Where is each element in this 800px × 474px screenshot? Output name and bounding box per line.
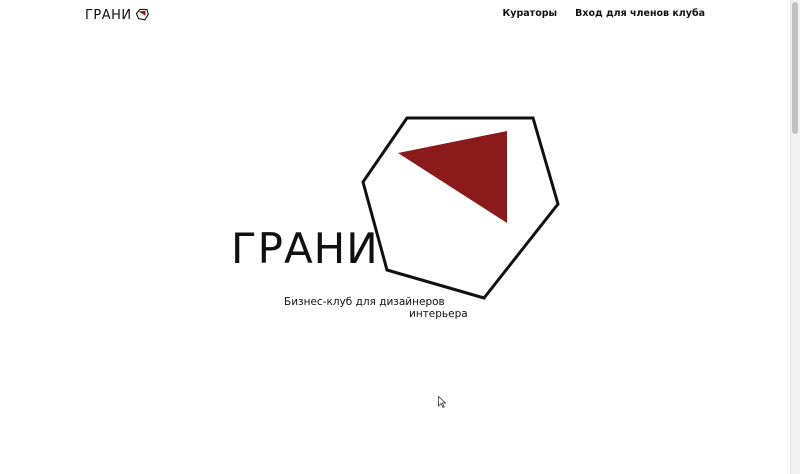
brand-link[interactable]: ГРАНИ bbox=[85, 6, 149, 24]
main-nav: Кураторы Вход для членов клуба bbox=[503, 8, 705, 19]
tagline-line-2: интерьера bbox=[409, 308, 468, 320]
page: ГРАНИ Кураторы Вход для членов клуба ГРА… bbox=[0, 0, 791, 474]
mouse-cursor-icon bbox=[438, 396, 446, 408]
page-scrollbar[interactable] bbox=[790, 0, 800, 474]
hero-title: ГРАНИ bbox=[231, 224, 379, 273]
grani-logo-icon bbox=[135, 8, 149, 21]
tagline-line-1: Бизнес-клуб для дизайнеров bbox=[284, 296, 445, 308]
brand-name: ГРАНИ bbox=[85, 7, 132, 23]
red-triangle bbox=[398, 131, 507, 223]
nav-curators-link[interactable]: Кураторы bbox=[503, 8, 558, 19]
site-header: ГРАНИ Кураторы Вход для членов клуба bbox=[0, 0, 791, 30]
scrollbar-thumb[interactable] bbox=[792, 2, 798, 134]
heptagon-triangle-logo bbox=[361, 116, 560, 300]
nav-member-login-link[interactable]: Вход для членов клуба bbox=[575, 8, 705, 19]
hero-tagline: Бизнес-клуб для дизайнеров интерьера bbox=[284, 296, 474, 320]
